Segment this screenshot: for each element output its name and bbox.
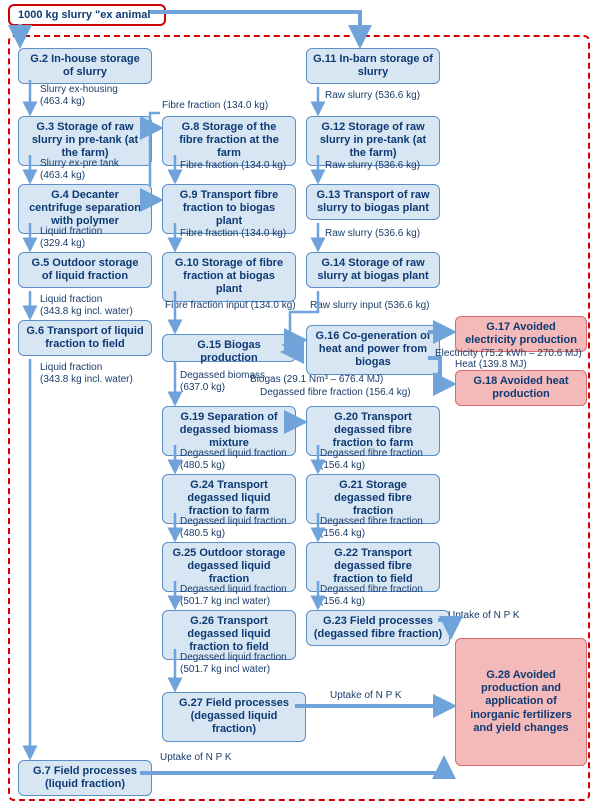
lbl-l16: Heat (139.8 MJ) — [455, 359, 527, 370]
lbl-l1b: (463.4 kg) — [40, 96, 85, 107]
lbl-l5b: (343.8 kg incl. water) — [40, 374, 133, 385]
lbl-l18: Degassed fibre fraction (156.4 kg) — [260, 387, 411, 398]
lbl-l28: Uptake of N P K — [160, 752, 232, 763]
start-node: 1000 kg slurry "ex animal" — [8, 4, 166, 26]
node-g23: G.23 Field processes (degassed fibre fra… — [306, 610, 450, 646]
node-g28: G.28 Avoided production and application … — [455, 638, 587, 766]
diagram-canvas: 1000 kg slurry "ex animal" G.2 In-house … — [0, 0, 601, 805]
lbl-l19: Degassed liquid fraction — [180, 448, 287, 459]
lbl-l22b: (501.7 kg incl water) — [180, 664, 270, 675]
lbl-l19b: (480.5 kg) — [180, 460, 225, 471]
lbl-l11: Raw slurry (536.6 kg) — [325, 160, 420, 171]
node-g5: G.5 Outdoor storage of liquid fraction — [18, 252, 152, 288]
node-g13: G.13 Transport of raw slurry to biogas p… — [306, 184, 440, 220]
lbl-l21: Degassed liquid fraction — [180, 584, 287, 595]
node-g27: G.27 Field processes (degassed liquid fr… — [162, 692, 306, 742]
node-g14: G.14 Storage of raw slurry at biogas pla… — [306, 252, 440, 288]
lbl-l8: Fibre fraction (134.0 kg) — [180, 228, 286, 239]
node-g18: G.18 Avoided heat production — [455, 370, 587, 406]
lbl-l26: Uptake of N P K — [448, 610, 520, 621]
lbl-l4: Liquid fraction — [40, 294, 102, 305]
node-g6: G.6 Transport of liquid fraction to fiel… — [18, 320, 152, 356]
lbl-l23: Degassed fibre fraction — [320, 448, 423, 459]
lbl-l21b: (501.7 kg incl water) — [180, 596, 270, 607]
lbl-l3: Liquid fraction — [40, 226, 102, 237]
node-g17: G.17 Avoided electricity production — [455, 316, 587, 352]
lbl-l5: Liquid fraction — [40, 362, 102, 373]
node-g11: G.11 In-barn storage of slurry — [306, 48, 440, 84]
lbl-l10: Raw slurry (536.6 kg) — [325, 90, 420, 101]
node-g8: G.8 Storage of the fibre fraction at the… — [162, 116, 296, 166]
lbl-l25: Degassed fibre fraction — [320, 584, 423, 595]
lbl-l2: Slurry ex-pre tank — [40, 158, 119, 169]
lbl-l22: Degassed liquid fraction — [180, 652, 287, 663]
lbl-l20b: (480.5 kg) — [180, 528, 225, 539]
node-g9: G.9 Transport fibre fraction to biogas p… — [162, 184, 296, 234]
lbl-l17b: (637.0 kg) — [180, 382, 225, 393]
lbl-l14: Biogas (29.1 Nm³ – 676.4 MJ) — [250, 374, 383, 385]
node-g16: G.16 Co-generation of heat and power fro… — [306, 325, 440, 375]
lbl-l15: Electricity (75.2 kWh – 270.6 MJ) — [435, 348, 582, 359]
lbl-l3b: (329.4 kg) — [40, 238, 85, 249]
lbl-l6: Fibre fraction (134.0 kg) — [162, 100, 268, 111]
lbl-l2b: (463.4 kg) — [40, 170, 85, 181]
lbl-l13: Raw slurry input (536.6 kg) — [310, 300, 430, 311]
lbl-l1: Slurry ex-housing — [40, 84, 118, 95]
lbl-l23b: (156.4 kg) — [320, 460, 365, 471]
lbl-l4b: (343.8 kg incl. water) — [40, 306, 133, 317]
lbl-l9: Fibre fraction input (134.0 kg) — [165, 300, 296, 311]
lbl-l24: Degassed fibre fraction — [320, 516, 423, 527]
lbl-l7: Fibre fraction (134.0 kg) — [180, 160, 286, 171]
lbl-l17: Degassed biomass — [180, 370, 265, 381]
lbl-l27: Uptake of N P K — [330, 690, 402, 701]
node-g10: G.10 Storage of fibre fraction at biogas… — [162, 252, 296, 302]
node-g7: G.7 Field processes (liquid fraction) — [18, 760, 152, 796]
node-g2: G.2 In-house storage of slurry — [18, 48, 152, 84]
lbl-l24b: (156.4 kg) — [320, 528, 365, 539]
lbl-l25b: (156.4 kg) — [320, 596, 365, 607]
node-g12: G.12 Storage of raw slurry in pre-tank (… — [306, 116, 440, 166]
lbl-l12: Raw slurry (536.6 kg) — [325, 228, 420, 239]
node-g15: G.15 Biogas production — [162, 334, 296, 362]
lbl-l20: Degassed liquid fraction — [180, 516, 287, 527]
